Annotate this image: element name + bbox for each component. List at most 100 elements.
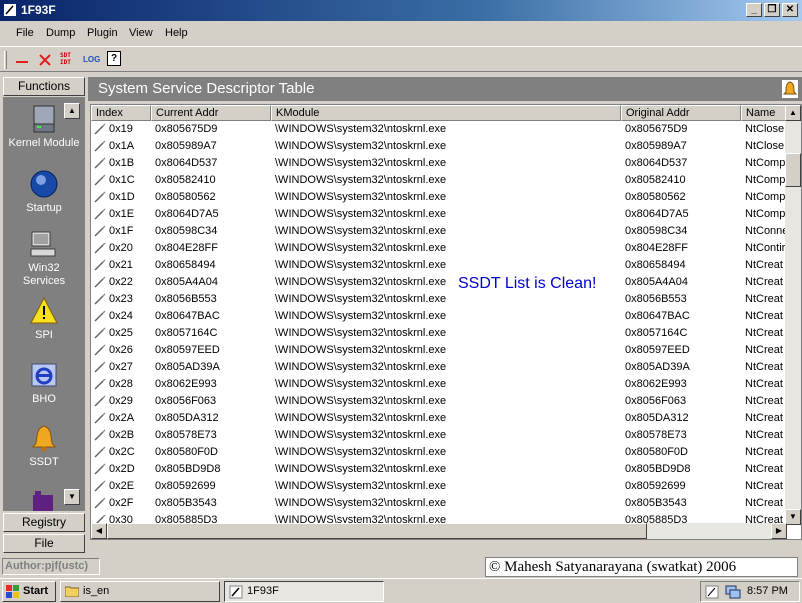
cell-original-addr: 0x80647BAC bbox=[625, 310, 690, 322]
cell-current-addr: 0x805DA312 bbox=[155, 412, 219, 424]
tray-app-icon[interactable] bbox=[705, 585, 719, 599]
sidebar-item-kernel-module[interactable]: Kernel Module bbox=[3, 104, 85, 149]
cell-original-addr: 0x805AD39A bbox=[625, 361, 690, 373]
sidebar-item-spi[interactable]: SPI bbox=[3, 296, 85, 341]
log-button[interactable]: LOG bbox=[83, 55, 101, 71]
file-button[interactable]: File bbox=[3, 534, 85, 553]
table-row[interactable]: 0x2D 0x805BD9D8 \WINDOWS\system32\ntoskrnl… bbox=[91, 461, 787, 478]
close-button[interactable]: ✕ bbox=[782, 3, 798, 17]
table-row[interactable]: 0x25 0x8057164C \WINDOWS\system32\ntoskrnl… bbox=[91, 325, 787, 342]
table-row[interactable]: 0x21 0x80658494 \WINDOWS\system32\ntoskrnl… bbox=[91, 257, 787, 274]
cell-index: 0x1D bbox=[109, 191, 135, 203]
delete-icon[interactable] bbox=[37, 52, 53, 68]
table-row[interactable]: 0x1D 0x80580562 \WINDOWS\system32\ntoskrnl… bbox=[91, 189, 787, 206]
col-current-addr[interactable]: Current Addr bbox=[151, 105, 271, 121]
table-row[interactable]: 0x20 0x804E28FF \WINDOWS\system32\ntoskrnl… bbox=[91, 240, 787, 257]
restore-button[interactable]: ❐ bbox=[764, 3, 780, 17]
sidebar-label-kernel-module: Kernel Module bbox=[8, 137, 80, 149]
sidebar-item-win32-services[interactable]: Win32 Services bbox=[3, 229, 85, 288]
scroll-up-button[interactable]: ▲ bbox=[785, 105, 801, 121]
table-row[interactable]: 0x2A 0x805DA312 \WINDOWS\system32\ntoskrnl… bbox=[91, 410, 787, 427]
table-row[interactable]: 0x1B 0x8064D537 \WINDOWS\system32\ntoskrnl… bbox=[91, 155, 787, 172]
col-name[interactable]: Name bbox=[741, 105, 791, 121]
table-row[interactable]: 0x23 0x8056B553 \WINDOWS\system32\ntoskrnl… bbox=[91, 291, 787, 308]
minimize-button[interactable]: _ bbox=[746, 3, 762, 17]
cell-index: 0x1F bbox=[109, 225, 134, 237]
sidebar-scroll-down[interactable]: ▼ bbox=[64, 489, 80, 505]
table-row[interactable]: 0x1E 0x8064D7A5 \WINDOWS\system32\ntoskrnl… bbox=[91, 206, 787, 223]
table-row[interactable]: 0x29 0x8056F063 \WINDOWS\system32\ntoskrnl… bbox=[91, 393, 787, 410]
entry-pen-icon bbox=[94, 412, 106, 424]
entry-pen-icon bbox=[94, 208, 106, 220]
cell-original-addr: 0x80598C34 bbox=[625, 225, 688, 237]
scroll-thumb[interactable] bbox=[785, 153, 801, 187]
sdt-idt-button[interactable]: SDT IDT bbox=[60, 52, 76, 68]
table-row[interactable]: 0x26 0x80597EED \WINDOWS\system32\ntoskrnl… bbox=[91, 342, 787, 359]
vertical-scrollbar[interactable]: ▲ ▼ bbox=[785, 105, 801, 525]
cell-original-addr: 0x805675D9 bbox=[625, 123, 688, 135]
registry-button[interactable]: Registry bbox=[3, 513, 85, 532]
table-row[interactable]: 0x27 0x805AD39A \WINDOWS\system32\ntoskrnl… bbox=[91, 359, 787, 376]
toolbar-grip[interactable] bbox=[4, 51, 7, 69]
cell-current-addr: 0x804E28FF bbox=[155, 242, 218, 254]
hscroll-thumb[interactable] bbox=[107, 523, 647, 539]
table-row[interactable]: 0x2B 0x80578E73 \WINDOWS\system32\ntoskrnl… bbox=[91, 427, 787, 444]
table-row[interactable]: 0x1A 0x805989A7 \WINDOWS\system32\ntoskrnl… bbox=[91, 138, 787, 155]
col-index[interactable]: Index bbox=[91, 105, 151, 121]
cell-name: NtConne bbox=[745, 225, 787, 237]
cell-kmodule: \WINDOWS\system32\ntoskrnl.exe bbox=[275, 157, 447, 169]
clock: 8:57 PM bbox=[747, 585, 788, 597]
col-kmodule[interactable]: KModule bbox=[271, 105, 621, 121]
network-icon[interactable] bbox=[725, 585, 741, 599]
horizontal-scrollbar[interactable]: ◀ ▶ bbox=[91, 523, 787, 539]
menu-view[interactable]: View bbox=[129, 27, 153, 39]
entry-pen-icon bbox=[94, 463, 106, 475]
table-row[interactable]: 0x19 0x805675D9 \WINDOWS\system32\ntoskrnl… bbox=[91, 121, 787, 138]
cell-index: 0x2F bbox=[109, 497, 134, 509]
title-bar[interactable]: 1F93F _ ❐ ✕ bbox=[0, 0, 802, 21]
table-row[interactable]: 0x2C 0x80580F0D \WINDOWS\system32\ntoskrnl… bbox=[91, 444, 787, 461]
cell-current-addr: 0x80580F0D bbox=[155, 446, 218, 458]
cell-original-addr: 0x804E28FF bbox=[625, 242, 688, 254]
cell-index: 0x23 bbox=[109, 293, 133, 305]
table-row[interactable]: 0x28 0x8062E993 \WINDOWS\system32\ntoskrnl… bbox=[91, 376, 787, 393]
table-row[interactable]: 0x1C 0x80582410 \WINDOWS\system32\ntoskrnl… bbox=[91, 172, 787, 189]
entry-pen-icon bbox=[94, 378, 106, 390]
scroll-right-button[interactable]: ▶ bbox=[771, 523, 787, 539]
sidebar-item-ssdt[interactable]: SSDT bbox=[3, 423, 85, 468]
start-button[interactable]: Start bbox=[2, 581, 56, 602]
cell-name: NtComp bbox=[745, 191, 786, 203]
cell-name: NtComp bbox=[745, 157, 786, 169]
sidebar-item-startup[interactable]: Startup bbox=[3, 169, 85, 214]
table-row[interactable]: 0x22 0x805A4A04 \WINDOWS\system32\ntoskrnl… bbox=[91, 274, 787, 291]
menu-plugin[interactable]: Plugin bbox=[87, 27, 118, 39]
col-original-addr[interactable]: Original Addr bbox=[621, 105, 741, 121]
cell-index: 0x1A bbox=[109, 140, 135, 152]
menu-help[interactable]: Help bbox=[165, 27, 188, 39]
minus-icon[interactable] bbox=[14, 52, 30, 68]
menu-dump[interactable]: Dump bbox=[46, 27, 75, 39]
menu-file[interactable]: File bbox=[16, 27, 34, 39]
help-button[interactable]: ? bbox=[107, 51, 121, 66]
scroll-down-button[interactable]: ▼ bbox=[785, 509, 801, 525]
scroll-left-button[interactable]: ◀ bbox=[91, 523, 107, 539]
table-row[interactable]: 0x24 0x80647BAC \WINDOWS\system32\ntoskrnl… bbox=[91, 308, 787, 325]
cell-original-addr: 0x80580F0D bbox=[625, 446, 688, 458]
table-row[interactable]: 0x1F 0x80598C34 \WINDOWS\system32\ntoskrnl… bbox=[91, 223, 787, 240]
table-row[interactable]: 0x2E 0x80592699 \WINDOWS\system32\ntoskrnl… bbox=[91, 478, 787, 495]
task-1f93f[interactable]: 1F93F bbox=[224, 581, 384, 602]
cell-kmodule: \WINDOWS\system32\ntoskrnl.exe bbox=[275, 208, 447, 220]
cell-name: NtCreat bbox=[745, 276, 783, 288]
cell-current-addr: 0x805A4A04 bbox=[155, 276, 218, 288]
cell-kmodule: \WINDOWS\system32\ntoskrnl.exe bbox=[275, 429, 447, 441]
cell-name: NtClose bbox=[745, 140, 785, 152]
task-is-en[interactable]: is_en bbox=[60, 581, 220, 602]
table-row[interactable]: 0x2F 0x805B3543 \WINDOWS\system32\ntoskrnl… bbox=[91, 495, 787, 512]
cell-current-addr: 0x8062E993 bbox=[155, 378, 217, 390]
cell-current-addr: 0x80580562 bbox=[155, 191, 216, 203]
cell-name: NtCreat bbox=[745, 429, 783, 441]
cell-index: 0x29 bbox=[109, 395, 133, 407]
globe-icon bbox=[30, 170, 58, 198]
sidebar-item-bho[interactable]: BHO bbox=[3, 360, 85, 405]
functions-header[interactable]: Functions bbox=[3, 77, 85, 96]
